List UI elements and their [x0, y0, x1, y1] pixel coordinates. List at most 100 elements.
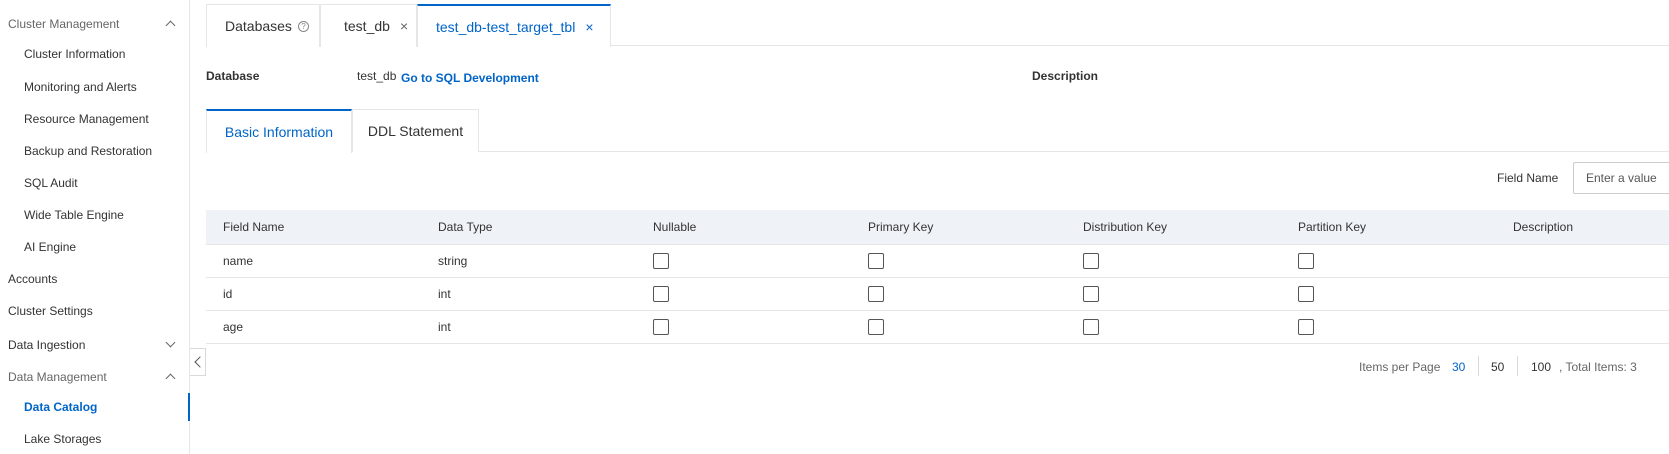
- tab-test-db-test-target-tbl[interactable]: test_db-test_target_tbl ×: [417, 4, 611, 47]
- field-name-cell: name: [223, 254, 254, 268]
- sidebar-group-label: Data Management: [8, 370, 107, 384]
- partition-key-checkbox[interactable]: [1298, 286, 1314, 302]
- column-header-description: Description: [1513, 220, 1574, 234]
- page-size-divider: [1517, 356, 1518, 376]
- nullable-checkbox[interactable]: [653, 319, 669, 335]
- tab-test-db[interactable]: test_db ×: [320, 4, 417, 47]
- detail-tab-bar: Basic Information DDL Statement: [206, 109, 1669, 153]
- sidebar-item-monitoring-alerts[interactable]: Monitoring and Alerts: [0, 71, 190, 103]
- sidebar-item-wide-table-engine[interactable]: Wide Table Engine: [0, 199, 190, 231]
- field-name-filter-input[interactable]: [1573, 162, 1669, 194]
- sidebar-item-data-catalog[interactable]: Data Catalog: [0, 391, 190, 423]
- column-header-primary-key: Primary Key: [868, 220, 934, 234]
- data-type-cell: int: [438, 287, 451, 301]
- sidebar-item-lake-storages[interactable]: Lake Storages: [0, 423, 190, 454]
- partition-key-checkbox[interactable]: [1298, 319, 1314, 335]
- column-header-field-name: Field Name: [223, 220, 285, 234]
- distribution-key-checkbox[interactable]: [1083, 319, 1099, 335]
- sidebar-item-cluster-settings[interactable]: Cluster Settings: [0, 295, 190, 327]
- table-row: id int: [206, 278, 1669, 311]
- table-row: name string: [206, 245, 1669, 278]
- sidebar-item-label: Accounts: [8, 272, 58, 286]
- sidebar-item-label: Monitoring and Alerts: [24, 80, 137, 94]
- total-items-label: , Total Items: 3: [1559, 360, 1637, 374]
- primary-key-cell: [868, 278, 884, 310]
- column-header-distribution-key: Distribution Key: [1083, 220, 1168, 234]
- nullable-checkbox[interactable]: [653, 253, 669, 269]
- chevron-left-icon: [193, 356, 206, 368]
- primary-key-checkbox[interactable]: [868, 253, 884, 269]
- sidebar-collapse-button[interactable]: [190, 348, 206, 376]
- primary-key-cell: [868, 245, 884, 277]
- partition-key-cell: [1298, 311, 1314, 343]
- sidebar-item-accounts[interactable]: Accounts: [0, 263, 190, 295]
- table-row: age int: [206, 311, 1669, 344]
- sidebar-item-ai-engine[interactable]: AI Engine: [0, 231, 190, 263]
- distribution-key-cell: [1083, 311, 1099, 343]
- primary-key-cell: [868, 311, 884, 343]
- sidebar-item-cluster-information[interactable]: Cluster Information: [0, 38, 190, 70]
- sidebar-group-cluster-management[interactable]: Cluster Management: [0, 8, 190, 40]
- partition-key-cell: [1298, 278, 1314, 310]
- help-icon[interactable]: ?: [297, 20, 309, 32]
- nullable-cell: [653, 245, 669, 277]
- column-header-nullable: Nullable: [653, 220, 697, 234]
- distribution-key-cell: [1083, 278, 1099, 310]
- field-name-cell: id: [223, 287, 233, 301]
- tab-label: Basic Information: [224, 124, 334, 140]
- page-size-30-option[interactable]: 30: [1452, 360, 1465, 374]
- database-label: Database: [206, 69, 260, 83]
- data-type-cell: string: [438, 254, 468, 268]
- page-size-divider: [1478, 356, 1479, 376]
- page-size-100-option[interactable]: 100: [1531, 360, 1551, 374]
- chevron-up-icon: [165, 373, 176, 384]
- data-type-cell: int: [438, 320, 451, 334]
- partition-key-checkbox[interactable]: [1298, 253, 1314, 269]
- tab-basic-information[interactable]: Basic Information: [206, 109, 352, 153]
- go-to-sql-development-link[interactable]: Go to SQL Development: [401, 71, 539, 85]
- sidebar-item-label: Resource Management: [24, 112, 149, 126]
- sidebar-group-label: Data Ingestion: [8, 338, 86, 352]
- sidebar: Cluster Management Cluster Information M…: [0, 0, 190, 454]
- sidebar-item-sql-audit[interactable]: SQL Audit: [0, 167, 190, 199]
- column-header-partition-key: Partition Key: [1298, 220, 1367, 234]
- partition-key-cell: [1298, 245, 1314, 277]
- close-icon[interactable]: ×: [400, 18, 408, 34]
- tab-label: Databases: [225, 18, 292, 34]
- tab-ddl-statement[interactable]: DDL Statement: [352, 109, 479, 152]
- sidebar-group-data-management[interactable]: Data Management: [0, 361, 190, 393]
- field-name-filter-label: Field Name: [1497, 171, 1559, 185]
- nullable-checkbox[interactable]: [653, 286, 669, 302]
- description-label: Description: [1032, 69, 1099, 83]
- top-tab-bar: Databases ? test_db × test_db-test_targe…: [206, 4, 1669, 47]
- sidebar-item-resource-management[interactable]: Resource Management: [0, 103, 190, 135]
- tab-label: DDL Statement: [367, 123, 464, 139]
- sidebar-group-label: Cluster Management: [8, 17, 120, 31]
- chevron-down-icon: [165, 337, 176, 348]
- tab-label: test_db-test_target_tbl: [436, 18, 576, 35]
- database-value: test_db: [357, 69, 397, 83]
- distribution-key-checkbox[interactable]: [1083, 286, 1099, 302]
- close-icon[interactable]: ×: [585, 19, 593, 35]
- sidebar-item-label: Cluster Settings: [8, 304, 93, 318]
- field-name-cell: age: [223, 320, 244, 334]
- sidebar-item-label: AI Engine: [24, 240, 77, 254]
- tab-databases[interactable]: Databases ?: [206, 4, 320, 47]
- distribution-key-cell: [1083, 245, 1099, 277]
- primary-key-checkbox[interactable]: [868, 319, 884, 335]
- items-per-page-label: Items per Page: [1359, 360, 1441, 374]
- table-header: Field Name Data Type Nullable Primary Ke…: [206, 210, 1669, 245]
- sidebar-item-label: SQL Audit: [24, 176, 78, 190]
- sidebar-item-backup-restoration[interactable]: Backup and Restoration: [0, 135, 190, 167]
- sidebar-item-label: Cluster Information: [24, 47, 126, 61]
- distribution-key-checkbox[interactable]: [1083, 253, 1099, 269]
- tab-label: test_db: [344, 18, 390, 34]
- sidebar-item-label: Lake Storages: [24, 432, 102, 446]
- column-header-data-type: Data Type: [438, 220, 493, 234]
- nullable-cell: [653, 278, 669, 310]
- sidebar-group-data-ingestion[interactable]: Data Ingestion: [0, 329, 190, 361]
- nullable-cell: [653, 311, 669, 343]
- primary-key-checkbox[interactable]: [868, 286, 884, 302]
- page-size-50-option[interactable]: 50: [1491, 360, 1504, 374]
- chevron-up-icon: [165, 20, 176, 31]
